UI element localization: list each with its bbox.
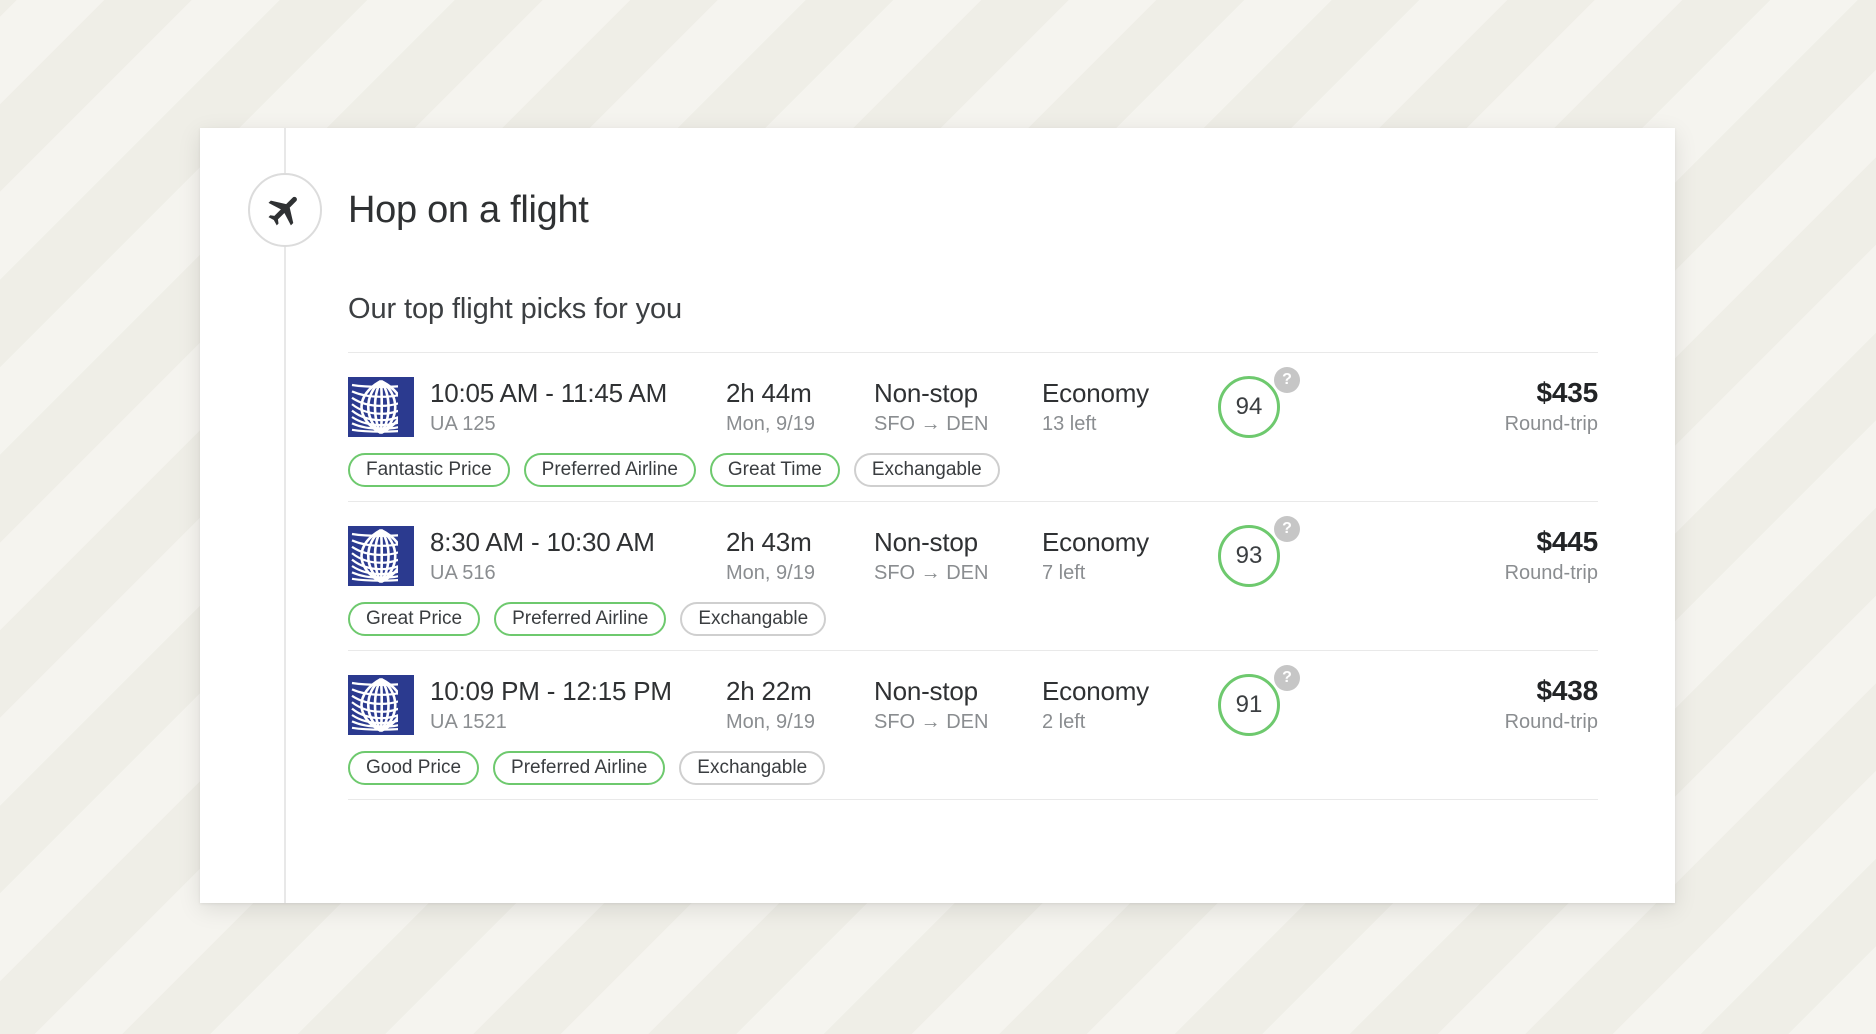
flight-stops: Non-stop [874,527,978,557]
flight-route: SFO → DEN [874,711,989,733]
score-help-icon[interactable]: ? [1274,665,1300,691]
flight-summary: 8:30 AM - 10:30 AM UA 516 2h 43m Mon, 9/… [348,516,1599,588]
flight-score-column: 91 ? [1212,665,1330,736]
flight-cabin: Economy [1042,378,1149,408]
flight-price-column: $438 Round-trip [1330,675,1599,735]
flight-tag: Exchangable [853,453,1000,487]
flight-price-column: $445 Round-trip [1330,526,1599,586]
flight-time-range: 10:05 AM - 11:45 AM [430,378,668,408]
flight-price: $435 [1536,377,1599,408]
flight-time-range: 8:30 AM - 10:30 AM [430,527,655,557]
flight-duration: 2h 44m [726,378,812,408]
flight-cabin: Economy [1042,676,1149,706]
flight-row[interactable]: 10:05 AM - 11:45 AM UA 125 2h 44m Mon, 9… [348,353,1598,501]
flight-date: Mon, 9/19 [726,711,815,733]
airplane-icon [248,173,322,247]
flight-score-column: 93 ? [1212,516,1330,587]
flight-route: SFO → DEN [874,413,989,435]
flight-tag: Great Time [709,453,840,487]
flight-tag: Preferred Airline [493,751,666,785]
flight-tag: Exchangable [680,602,827,636]
flight-price-type: Round-trip [1504,562,1598,584]
flight-route: SFO → DEN [874,562,989,584]
flight-price-column: $435 Round-trip [1330,377,1599,437]
flight-summary: 10:05 AM - 11:45 AM UA 125 2h 44m Mon, 9… [348,367,1599,439]
flight-number: UA 125 [430,413,496,435]
flight-stops-column: Non-stop SFO → DEN [874,526,1042,588]
flight-tag: Exchangable [679,751,826,785]
flight-price: $438 [1536,675,1599,706]
flight-row[interactable]: 10:09 PM - 12:15 PM UA 1521 2h 22m Mon, … [348,651,1598,799]
flight-number: UA 516 [430,562,496,584]
flight-seats-left: 13 left [1042,413,1097,435]
flight-stops-column: Non-stop SFO → DEN [874,377,1042,439]
flight-cabin-column: Economy 2 left [1042,675,1212,737]
flight-results-card: Hop on a flight Our top flight picks for… [200,128,1675,903]
airline-logo-icon [348,526,414,586]
flight-time-column: 8:30 AM - 10:30 AM UA 516 [430,526,726,588]
flight-tag: Preferred Airline [494,602,667,636]
flight-date: Mon, 9/19 [726,562,815,584]
row-divider [348,799,1598,800]
flight-tag-row: Fantastic Price Preferred Airline Great Ti… [348,453,1598,487]
flight-tag: Good Price [348,751,480,785]
airline-logo-icon [348,377,414,437]
flight-score-column: 94 ? [1212,367,1330,438]
flight-duration-column: 2h 22m Mon, 9/19 [726,675,874,737]
flight-duration-column: 2h 43m Mon, 9/19 [726,526,874,588]
section-subtitle: Our top flight picks for you [348,293,683,325]
flight-seats-left: 2 left [1042,711,1086,733]
flight-tag-row: Good Price Preferred Airline Exchangable [348,751,1598,785]
flight-time-range: 10:09 PM - 12:15 PM [430,676,672,706]
flight-number: UA 1521 [430,711,507,733]
flight-duration: 2h 43m [726,527,812,557]
flight-time-column: 10:09 PM - 12:15 PM UA 1521 [430,675,726,737]
flight-summary: 10:09 PM - 12:15 PM UA 1521 2h 22m Mon, … [348,665,1599,737]
flight-stops: Non-stop [874,676,978,706]
score-badge: 94 [1218,376,1280,438]
flight-row[interactable]: 8:30 AM - 10:30 AM UA 516 2h 43m Mon, 9/… [348,502,1598,650]
score-help-icon[interactable]: ? [1274,367,1300,393]
flight-cabin: Economy [1042,527,1149,557]
flight-tag: Great Price [348,602,481,636]
score-badge: 93 [1218,525,1280,587]
flight-stops: Non-stop [874,378,978,408]
flight-tag: Preferred Airline [523,453,696,487]
flight-price-type: Round-trip [1504,711,1598,733]
flight-cabin-column: Economy 13 left [1042,377,1212,439]
flight-duration: 2h 22m [726,676,812,706]
flight-duration-column: 2h 44m Mon, 9/19 [726,377,874,439]
flight-seats-left: 7 left [1042,562,1086,584]
flight-tag: Fantastic Price [348,453,510,487]
flight-price: $445 [1536,526,1599,557]
flight-cabin-column: Economy 7 left [1042,526,1212,588]
flight-list: 10:05 AM - 11:45 AM UA 125 2h 44m Mon, 9… [348,352,1598,800]
flight-tag-row: Great Price Preferred Airline Exchangable [348,602,1598,636]
page-title: Hop on a flight [348,189,589,231]
flight-time-column: 10:05 AM - 11:45 AM UA 125 [430,377,726,439]
score-help-icon[interactable]: ? [1274,516,1300,542]
flight-stops-column: Non-stop SFO → DEN [874,675,1042,737]
flight-date: Mon, 9/19 [726,413,815,435]
score-badge: 91 [1218,674,1280,736]
airline-logo-icon [348,675,414,735]
flight-price-type: Round-trip [1504,413,1598,435]
